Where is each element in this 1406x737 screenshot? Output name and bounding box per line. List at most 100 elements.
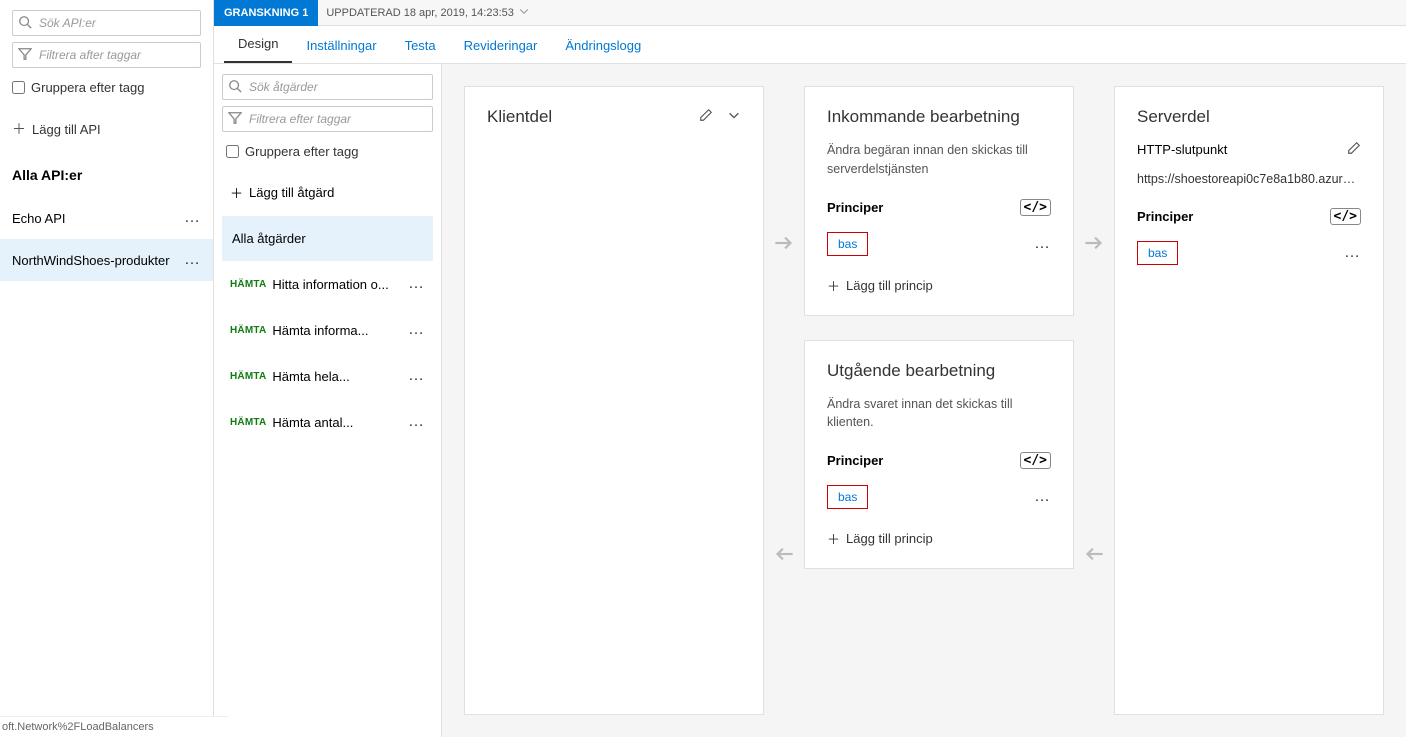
filter-apis-wrap (12, 42, 201, 68)
api-item-echo[interactable]: Echo API … (0, 197, 213, 239)
inbound-add-policy-label: Lägg till princip (846, 278, 933, 293)
filter-icon (18, 47, 32, 61)
inbound-title: Inkommande bearbetning (827, 107, 1020, 127)
edit-icon[interactable] (699, 107, 713, 127)
search-icon (228, 79, 242, 93)
operation-label: Hämta informa... (272, 323, 368, 338)
design-canvas: Klientdel (442, 64, 1406, 737)
revision-bar: GRANSKNING 1 UPPDATERAD 18 apr, 2019, 14… (214, 0, 1406, 26)
add-operation-button[interactable]: ＋ Lägg till åtgärd (222, 169, 433, 216)
status-bar: oft.Network%2FLoadBalancers (0, 716, 228, 737)
outbound-panel: Utgående bearbetning Ändra svaret innan … (804, 340, 1074, 570)
plus-icon: ＋ (230, 183, 243, 202)
operation-all-label: Alla åtgärder (230, 230, 308, 247)
plus-icon: ＋ (12, 119, 26, 139)
outbound-add-policy[interactable]: ＋ Lägg till princip (827, 523, 1051, 548)
inbound-base-policy[interactable]: bas (827, 232, 868, 256)
filter-ops-input[interactable] (222, 106, 433, 132)
tab-changelog[interactable]: Ändringslogg (551, 28, 655, 63)
tab-settings[interactable]: Inställningar (292, 28, 390, 63)
revision-updated-text: UPPDATERAD 18 apr, 2019, 14:23:53 (326, 7, 514, 19)
more-icon[interactable]: … (1344, 244, 1361, 262)
outbound-policies-label: Principer (827, 453, 883, 468)
plus-icon: ＋ (827, 276, 840, 295)
revision-pill[interactable]: GRANSKNING 1 (214, 0, 318, 26)
chevron-down-icon[interactable] (727, 107, 741, 127)
add-api-button[interactable]: ＋ Lägg till API (12, 105, 201, 153)
arrow-right-icon (771, 230, 797, 261)
arrow-right-icon (1081, 230, 1107, 261)
more-icon[interactable]: … (408, 367, 425, 385)
arrow-left-icon (1081, 541, 1107, 572)
group-by-tag-apis[interactable]: Gruppera efter tagg (12, 74, 201, 105)
tab-design[interactable]: Design (224, 26, 292, 63)
more-icon[interactable]: … (1034, 488, 1051, 506)
search-ops-input[interactable] (222, 74, 433, 100)
code-icon[interactable]: </> (1330, 208, 1361, 225)
revision-updated[interactable]: UPPDATERAD 18 apr, 2019, 14:23:53 (318, 5, 538, 20)
operation-label: Hämta antal... (272, 415, 353, 430)
more-icon[interactable]: … (408, 321, 425, 339)
group-by-tag-ops[interactable]: Gruppera efter tagg (222, 138, 433, 169)
arrow-col-1 (764, 86, 804, 715)
edit-icon[interactable] (1347, 141, 1361, 158)
backend-policies-label: Principer (1137, 209, 1193, 224)
api-item-label: Echo API (12, 211, 65, 226)
inbound-policies-label: Principer (827, 200, 883, 215)
tab-test[interactable]: Testa (391, 28, 450, 63)
outbound-add-policy-label: Lägg till princip (846, 531, 933, 546)
group-by-tag-apis-checkbox[interactable] (12, 81, 25, 94)
http-method: HÄMTA (230, 279, 266, 290)
operation-item[interactable]: HÄMTA Hämta antal... … (222, 399, 433, 445)
frontend-title: Klientdel (487, 107, 552, 127)
backend-panel: Serverdel HTTP-slutpunkt https://shoesto… (1114, 86, 1384, 715)
search-apis-wrap (12, 10, 201, 36)
search-apis-input[interactable] (12, 10, 201, 36)
api-sidebar: Gruppera efter tagg ＋ Lägg till API Alla… (0, 0, 214, 737)
arrow-left-icon (771, 541, 797, 572)
backend-endpoint-label: HTTP-slutpunkt (1137, 142, 1227, 157)
more-icon[interactable]: … (408, 413, 425, 431)
operation-item[interactable]: HÄMTA Hämta hela... … (222, 353, 433, 399)
search-icon (18, 15, 32, 29)
add-operation-label: Lägg till åtgärd (249, 185, 334, 200)
outbound-base-policy[interactable]: bas (827, 485, 868, 509)
filter-ops-wrap (222, 106, 433, 132)
more-icon[interactable]: … (408, 275, 425, 293)
outbound-desc: Ändra svaret innan det skickas till klie… (827, 395, 1051, 433)
operation-item[interactable]: HÄMTA Hitta information o... … (222, 261, 433, 307)
operation-item[interactable]: HÄMTA Hämta informa... … (222, 307, 433, 353)
operation-all[interactable]: Alla åtgärder (222, 216, 433, 261)
inbound-desc: Ändra begäran innan den skickas till ser… (827, 141, 1051, 179)
group-by-tag-ops-label: Gruppera efter tagg (245, 144, 358, 159)
main-area: GRANSKNING 1 UPPDATERAD 18 apr, 2019, 14… (214, 0, 1406, 737)
arrow-col-2 (1074, 86, 1114, 715)
more-icon[interactable]: … (184, 209, 201, 227)
backend-title: Serverdel (1137, 107, 1210, 127)
filter-icon (228, 111, 242, 125)
code-icon[interactable]: </> (1020, 452, 1051, 469)
tab-bar: Design Inställningar Testa Revideringar … (214, 26, 1406, 64)
chevron-down-icon (518, 5, 530, 20)
code-icon[interactable]: </> (1020, 199, 1051, 216)
backend-endpoint-url: https://shoestoreapi0c7e8a1b80.azurewebs… (1137, 172, 1361, 186)
outbound-title: Utgående bearbetning (827, 361, 995, 381)
tab-revisions[interactable]: Revideringar (450, 28, 552, 63)
plus-icon: ＋ (827, 529, 840, 548)
backend-base-policy[interactable]: bas (1137, 241, 1178, 265)
operation-label: Hämta hela... (272, 369, 349, 384)
filter-apis-input[interactable] (12, 42, 201, 68)
inbound-add-policy[interactable]: ＋ Lägg till princip (827, 270, 1051, 295)
operations-column: Gruppera efter tagg ＋ Lägg till åtgärd A… (214, 64, 442, 737)
frontend-panel: Klientdel (464, 86, 764, 715)
api-item-label: NorthWindShoes-produkter (12, 253, 170, 268)
all-apis-heading[interactable]: Alla API:er (12, 153, 201, 187)
operation-label: Hitta information o... (272, 277, 388, 292)
more-icon[interactable]: … (1034, 235, 1051, 253)
add-api-label: Lägg till API (32, 122, 101, 137)
more-icon[interactable]: … (184, 251, 201, 269)
api-item-northwind[interactable]: NorthWindShoes-produkter … (0, 239, 213, 281)
http-method: HÄMTA (230, 417, 266, 428)
http-method: HÄMTA (230, 371, 266, 382)
group-by-tag-ops-checkbox[interactable] (226, 145, 239, 158)
